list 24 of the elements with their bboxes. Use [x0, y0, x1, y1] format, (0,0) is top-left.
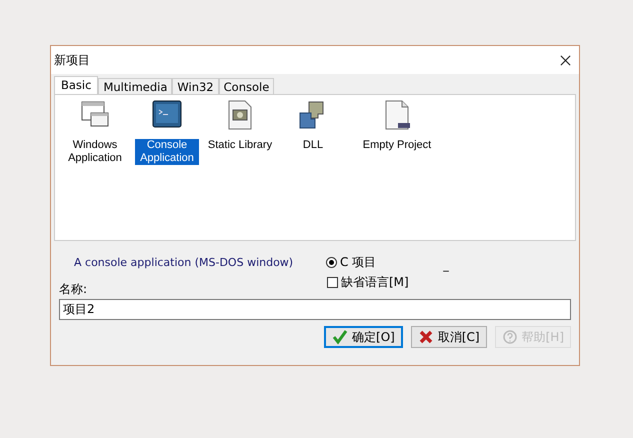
- tab[interactable]: Multimedia: [98, 78, 172, 94]
- name-input-field[interactable]: 项目2: [59, 299, 571, 320]
- template-label[interactable]: Console Application: [135, 139, 199, 165]
- checkbox-label: 缺省语言[M]: [341, 274, 409, 291]
- template-label[interactable]: DLL: [281, 139, 345, 152]
- ok-button[interactable]: 确定[O]: [324, 326, 403, 348]
- tab[interactable]: Win32: [172, 78, 219, 94]
- checkmark-icon: [332, 329, 348, 345]
- help-icon: [502, 329, 518, 345]
- underscore-mark: _: [443, 258, 449, 272]
- template-label[interactable]: Windows Application: [63, 139, 127, 165]
- cross-icon: [418, 329, 434, 345]
- close-icon[interactable]: [560, 54, 571, 66]
- radio-button[interactable]: [326, 256, 337, 268]
- template-label[interactable]: Empty Project: [360, 139, 434, 152]
- checkbox[interactable]: [327, 277, 338, 288]
- template-label[interactable]: Static Library: [206, 139, 274, 152]
- tab[interactable]: Console: [218, 78, 274, 94]
- radio-label: C 项目: [340, 254, 376, 270]
- name-label: 名称:: [59, 281, 88, 298]
- description-text: A console application (MS-DOS window): [74, 256, 294, 268]
- cancel-button[interactable]: 取消[C]: [410, 326, 487, 348]
- window-title: 新项目: [54, 52, 90, 68]
- tab[interactable]: Basic: [54, 76, 98, 94]
